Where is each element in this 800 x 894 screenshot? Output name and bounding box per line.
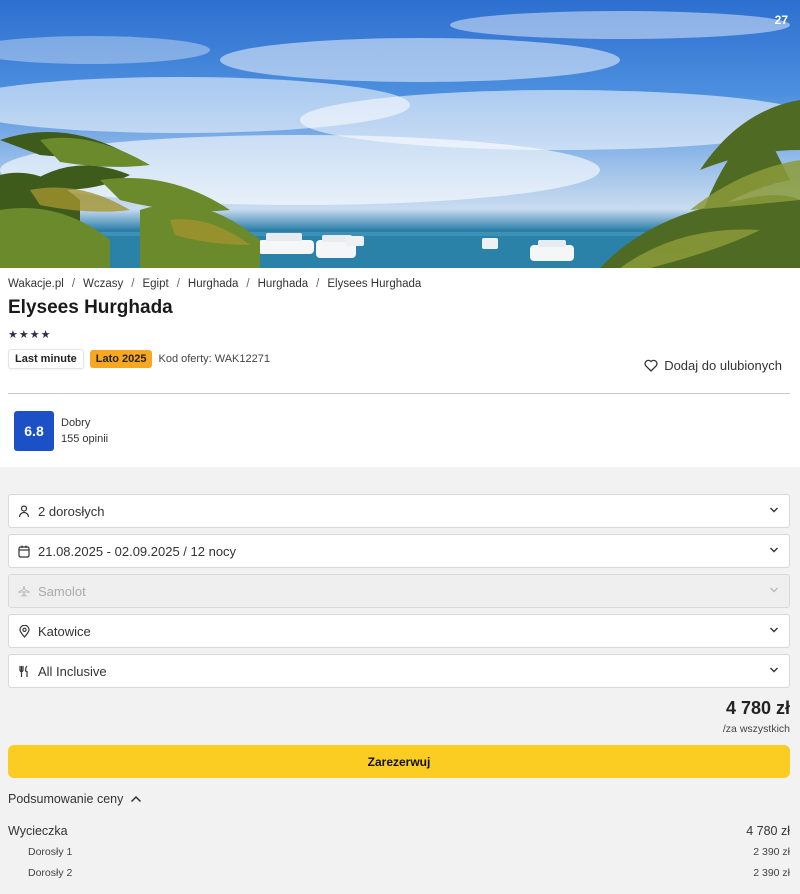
board-value: All Inclusive (38, 663, 107, 679)
season-badge: Lato 2025 (89, 350, 153, 368)
breadcrumb-separator: / (176, 278, 180, 290)
dates-select[interactable]: 21.08.2025 - 02.09.2025 / 12 nocy (8, 534, 790, 568)
price-block: 4 780 zł /za wszystkich (8, 698, 790, 735)
hero-image (0, 11, 800, 268)
booking-form: 2 dorosłych 21.08.2025 - 02.09.2025 / 12… (0, 467, 800, 879)
summary-trip-price: 4 780 zł (746, 824, 790, 838)
reserve-button[interactable]: Zarezerwuj (8, 745, 790, 778)
chevron-down-icon (770, 547, 778, 553)
breadcrumb-item-wczasy[interactable]: Wczasy (83, 278, 123, 290)
transport-value: Samolot (38, 583, 86, 599)
rating-label: Dobry (61, 417, 91, 429)
summary-item-price: 2 390 zł (753, 867, 790, 879)
summary-trip-row: Wycieczka 4 780 zł (8, 824, 790, 838)
breadcrumb-item-region[interactable]: Hurghada (188, 278, 239, 290)
chevron-down-icon (770, 627, 778, 633)
hotel-stars: ★★★★ (8, 329, 52, 341)
chevron-down-icon (770, 507, 778, 513)
location-pin-icon (17, 624, 31, 638)
last-minute-badge: Last minute (8, 349, 84, 369)
summary-trip-label: Wycieczka (8, 824, 68, 838)
rating-reviews: 155 opinii (61, 433, 109, 445)
travelers-value: 2 dorosłych (38, 503, 105, 519)
hotel-title: Elysees Hurghada (8, 297, 173, 318)
departure-select[interactable]: Katowice (8, 614, 790, 648)
heart-icon (644, 359, 658, 372)
breadcrumb-item-home[interactable]: Wakacje.pl (8, 278, 64, 290)
summary-item-row: Dorosły 2 2 390 zł (8, 867, 790, 879)
board-select[interactable]: All Inclusive (8, 654, 790, 688)
chevron-down-icon (770, 667, 778, 673)
travelers-select[interactable]: 2 dorosłych (8, 494, 790, 528)
divider (8, 393, 790, 394)
person-icon (17, 504, 31, 518)
dates-value: 21.08.2025 - 02.09.2025 / 12 nocy (38, 543, 237, 559)
breadcrumb-item-hotel: Elysees Hurghada (327, 278, 422, 290)
breadcrumb: Wakacje.pl / Wczasy / Egipt / Hurghada /… (8, 268, 792, 290)
add-to-favorites-label: Dodaj do ulubionych (664, 358, 782, 373)
transport-select: Samolot (8, 574, 790, 608)
calendar-icon (17, 544, 31, 558)
hero-photo[interactable]: 27 (0, 0, 800, 268)
price-note: /za wszystkich (722, 723, 790, 735)
summary-item-label: Dorosły 1 (28, 846, 73, 858)
departure-value: Katowice (38, 623, 91, 639)
offer-header: Wakacje.pl / Wczasy / Egipt / Hurghada /… (0, 268, 800, 467)
cutlery-icon (17, 664, 31, 678)
breadcrumb-separator: / (71, 278, 76, 290)
photo-count: 27 (774, 13, 788, 27)
summary-item-price: 2 390 zł (753, 846, 790, 858)
summary-item-row: Dorosły 1 2 390 zł (8, 846, 790, 858)
offer-code: Kod oferty: WAK12271 (158, 353, 270, 365)
price-summary-label: Podsumowanie ceny (8, 792, 124, 806)
add-to-favorites-button[interactable]: Dodaj do ulubionych (644, 358, 782, 373)
airplane-icon (17, 584, 31, 598)
chevron-down-icon (770, 587, 778, 593)
breadcrumb-item-city[interactable]: Hurghada (258, 278, 309, 290)
chevron-up-icon (131, 795, 142, 803)
rating-score: 6.8 (14, 411, 54, 451)
total-price: 4 780 zł (725, 698, 790, 718)
breadcrumb-separator: / (131, 278, 135, 290)
breadcrumb-separator: / (246, 278, 250, 290)
price-summary-toggle[interactable]: Podsumowanie ceny (8, 792, 790, 806)
rating-block[interactable]: 6.8 Dobry 155 opinii (14, 411, 108, 451)
breadcrumb-separator: / (316, 278, 320, 290)
summary-item-label: Dorosły 2 (28, 867, 73, 879)
breadcrumb-item-country[interactable]: Egipt (142, 278, 168, 290)
